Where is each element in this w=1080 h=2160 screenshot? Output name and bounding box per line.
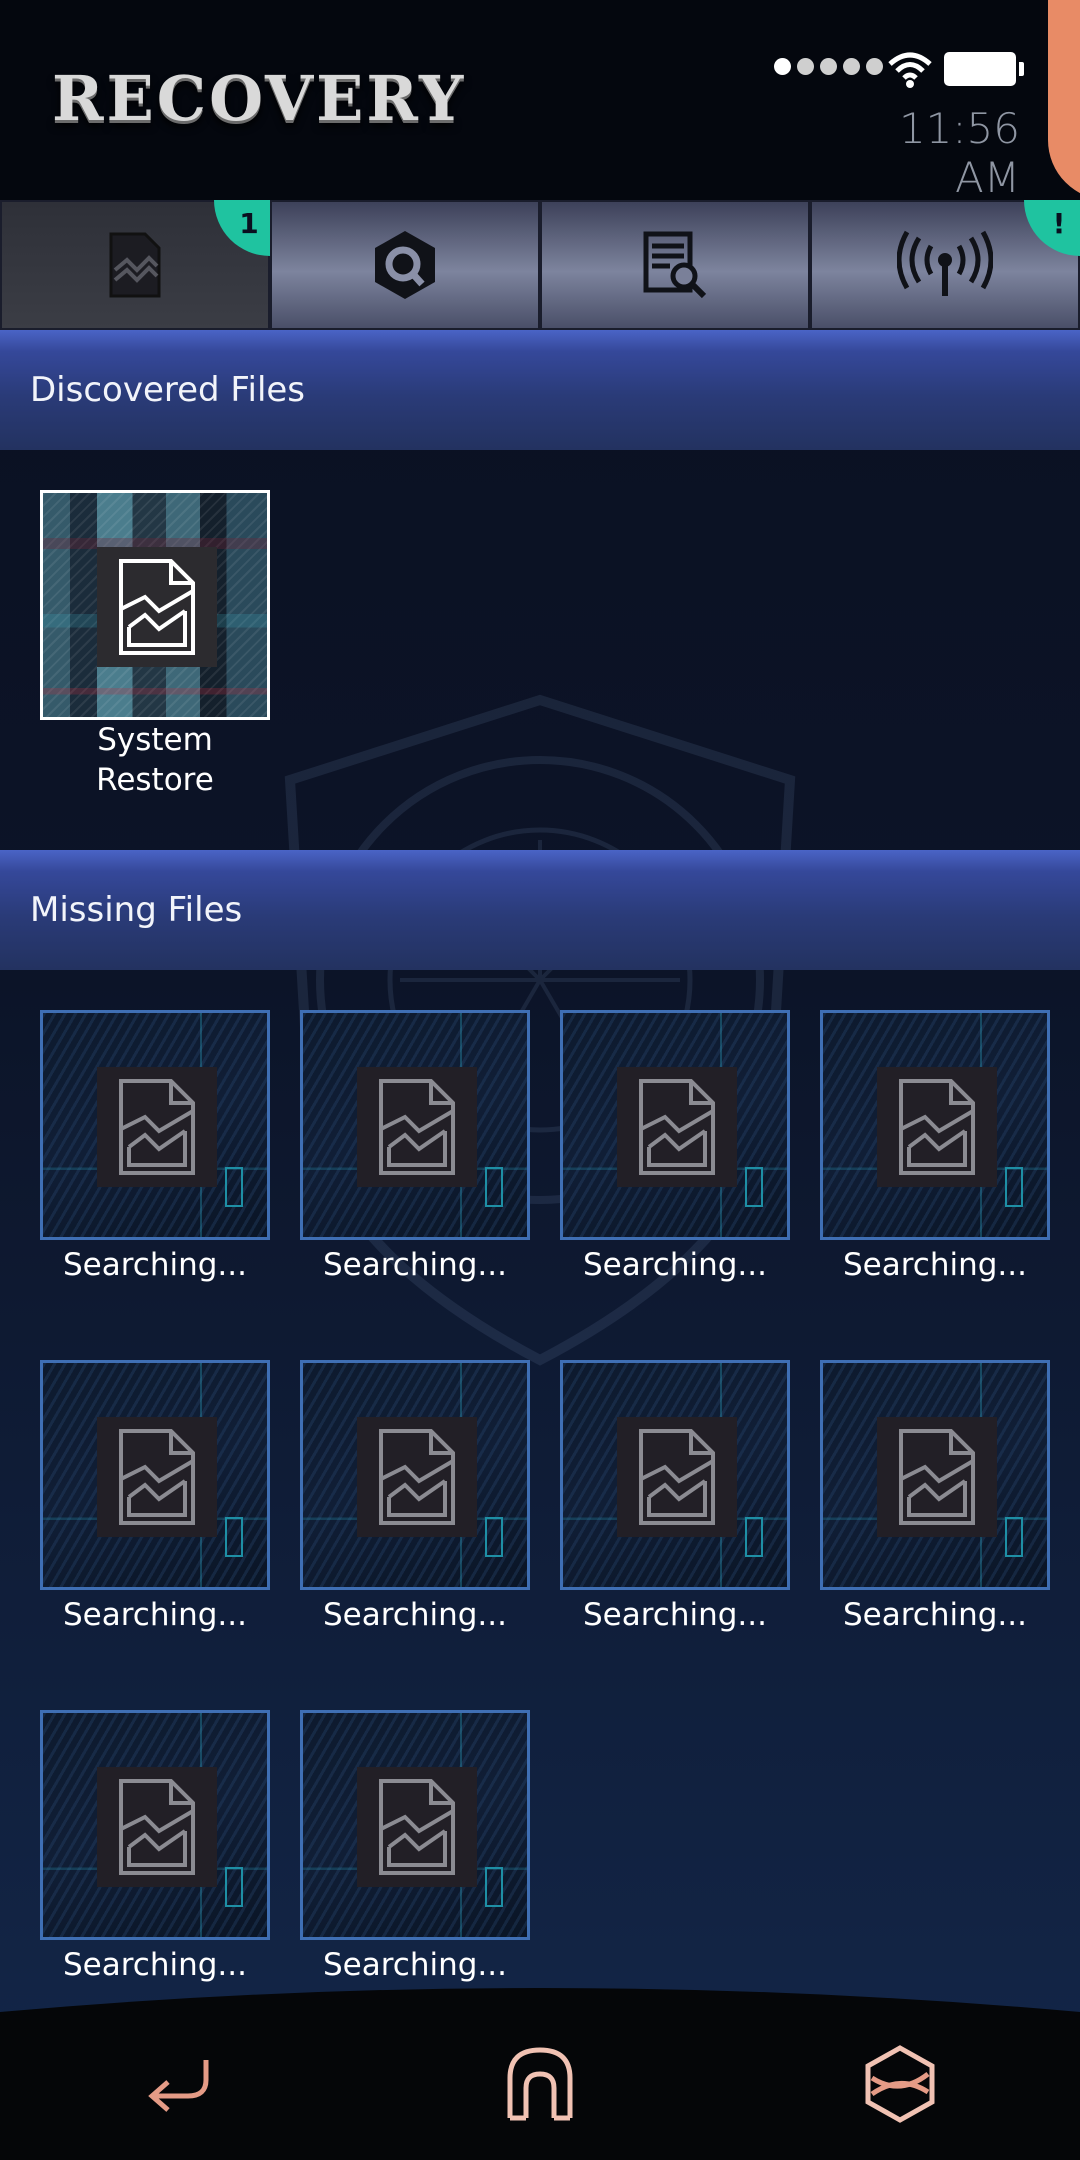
corrupted-file-icon [119, 1429, 195, 1525]
apps-button[interactable] [850, 2034, 950, 2134]
status-bar: RECOVERY 11:56 AM [0, 0, 1080, 202]
recovery-app: RECOVERY 11:56 AM 1 ! Discovered Files S… [0, 0, 1080, 2160]
battery-icon [944, 52, 1024, 86]
missing-file-tile[interactable] [820, 1010, 1050, 1240]
hexagon-search-icon [375, 231, 435, 299]
tab-scan[interactable] [270, 200, 540, 330]
file-status-label: Searching... [322, 1947, 507, 1983]
broadcast-antenna-icon [897, 230, 993, 296]
missing-file-tile[interactable] [300, 1010, 530, 1240]
file-status-label: Searching... [62, 1597, 247, 1633]
document-magnifier-icon [643, 231, 707, 299]
tab-badge-count: 1 [214, 200, 270, 256]
wifi-icon [888, 52, 932, 88]
corrupted-file-icon [109, 232, 161, 298]
home-button[interactable] [490, 2034, 590, 2134]
hexagon-apps-icon [865, 2045, 935, 2123]
missing-file-tile[interactable] [40, 1360, 270, 1590]
missing-files-header: Missing Files [0, 850, 1080, 970]
file-status-label: Searching... [842, 1247, 1027, 1283]
missing-file-tile[interactable] [820, 1360, 1050, 1590]
corrupted-file-icon [639, 1429, 715, 1525]
file-status-label: Searching... [322, 1597, 507, 1633]
back-arrow-icon [148, 2060, 209, 2112]
file-status-label: Searching... [842, 1597, 1027, 1633]
back-button[interactable] [130, 2034, 230, 2134]
corrupted-file-icon [379, 1079, 455, 1175]
tab-document-search[interactable] [540, 200, 810, 330]
tab-badge-alert: ! [1024, 200, 1080, 256]
file-status-label: Searching... [582, 1247, 767, 1283]
corrupted-file-icon [379, 1429, 455, 1525]
file-tile-system-restore[interactable] [40, 490, 270, 720]
tab-recovered-files[interactable]: 1 [0, 200, 270, 330]
file-status-label: Searching... [62, 1947, 247, 1983]
corrupted-file-icon [899, 1079, 975, 1175]
missing-file-tile[interactable] [560, 1360, 790, 1590]
file-status-label: Searching... [62, 1247, 247, 1283]
signal-strength-icon [774, 58, 883, 75]
corrupted-file-icon [119, 559, 195, 655]
file-label: System Restore [96, 722, 214, 798]
missing-file-tile[interactable] [300, 1360, 530, 1590]
tab-bar: 1 ! [0, 200, 1080, 330]
corrupted-file-icon [119, 1079, 195, 1175]
clock: 11:56 AM [898, 104, 1020, 202]
corrupted-file-icon [379, 1779, 455, 1875]
discovered-files-header: Discovered Files [0, 330, 1080, 450]
missing-file-tile[interactable] [300, 1710, 530, 1940]
corrupted-file-icon [119, 1779, 195, 1875]
missing-file-tile[interactable] [40, 1710, 270, 1940]
bottom-navigation-bar [0, 1984, 1080, 2160]
missing-file-tile[interactable] [560, 1010, 790, 1240]
file-status-label: Searching... [582, 1597, 767, 1633]
missing-file-tile[interactable] [40, 1010, 270, 1240]
app-title: RECOVERY [52, 62, 467, 135]
corrupted-file-icon [899, 1429, 975, 1525]
file-status-label: Searching... [322, 1247, 507, 1283]
corrupted-file-icon [639, 1079, 715, 1175]
tab-broadcast[interactable]: ! [810, 200, 1080, 330]
home-icon [507, 2047, 573, 2121]
